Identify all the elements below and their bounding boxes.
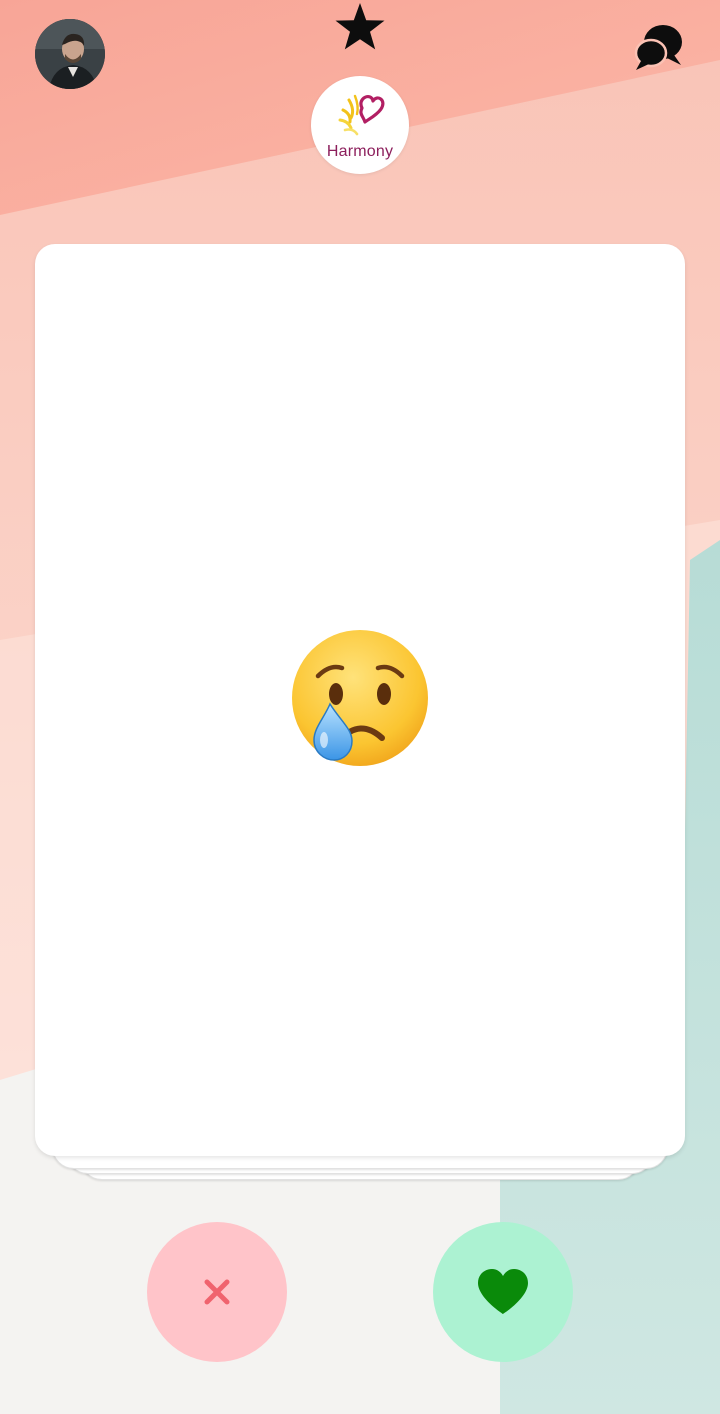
star-icon[interactable] bbox=[334, 2, 386, 52]
like-button[interactable] bbox=[433, 1222, 573, 1362]
heart-icon bbox=[478, 1269, 528, 1314]
chat-bubbles-icon[interactable] bbox=[634, 22, 684, 72]
logo-text: Harmony bbox=[326, 143, 394, 160]
dislike-button[interactable] bbox=[147, 1222, 287, 1362]
user-avatar[interactable] bbox=[35, 19, 105, 89]
harmony-logo-mark bbox=[335, 88, 387, 140]
crying-face-emoji bbox=[290, 628, 430, 770]
close-icon bbox=[204, 1279, 230, 1305]
app-logo: Harmony bbox=[311, 76, 409, 174]
